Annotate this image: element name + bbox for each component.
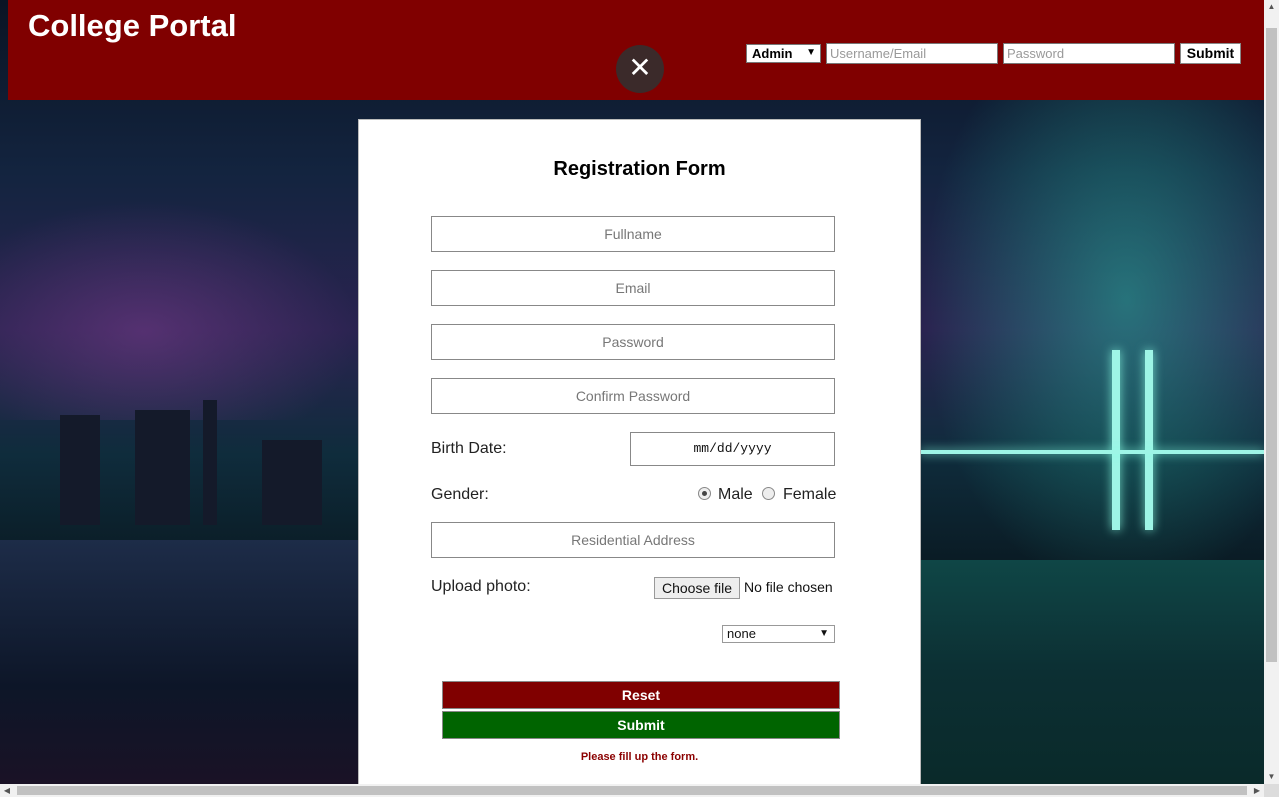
submit-button[interactable]: Submit [442,711,840,739]
password-input[interactable]: Password [1003,43,1175,64]
site-title: College Portal [28,8,237,43]
role-select[interactable]: Admin ▼ [746,44,821,63]
horizontal-scrollbar[interactable]: ◀ ▶ [0,784,1264,797]
scroll-down-icon[interactable]: ▼ [1264,770,1279,784]
bridge-tower [1145,350,1153,530]
form-title: Registration Form [553,158,726,180]
bay-water-right [920,560,1264,784]
extra-select[interactable]: none ▼ [722,625,835,643]
bridge-deck [920,450,1264,454]
gender-female-label: Female [783,486,837,503]
login-bar: Admin ▼ Username/Email Password Submit [746,43,1241,64]
vertical-scrollbar[interactable]: ▲ ▼ [1264,0,1279,784]
confirm-password-field[interactable]: Confirm Password [431,378,835,414]
username-input[interactable]: Username/Email [826,43,998,64]
scrollbar-corner [1264,784,1279,797]
birth-date-label: Birth Date: [431,440,507,457]
building [203,400,217,525]
registration-form: Registration Form Fullname Email Passwor… [358,119,921,797]
building [262,440,322,525]
reset-button[interactable]: Reset [442,681,840,709]
gender-radio-male[interactable] [698,487,711,500]
gender-radio-female[interactable] [762,487,775,500]
file-status: No file chosen [744,579,833,595]
email-input[interactable]: Email [431,270,835,306]
scroll-right-icon[interactable]: ▶ [1250,784,1264,797]
fullname-input[interactable]: Fullname [431,216,835,252]
building [60,415,100,525]
address-input[interactable]: Residential Address [431,522,835,558]
vertical-scroll-thumb[interactable] [1266,28,1277,662]
horizontal-scroll-thumb[interactable] [17,786,1247,795]
bridge-tower [1112,350,1120,530]
scroll-up-icon[interactable]: ▲ [1264,0,1279,14]
bay-water-left [0,540,360,784]
upload-photo-label: Upload photo: [431,578,531,595]
extra-select-value: none [727,626,756,641]
gender-male-label: Male [718,486,753,503]
scroll-left-icon[interactable]: ◀ [0,784,14,797]
dropdown-arrow-icon: ▼ [806,47,816,58]
form-note: Please fill up the form. [580,751,699,763]
gender-label: Gender: [431,486,489,503]
close-icon[interactable]: ✕ [616,45,664,93]
password-field[interactable]: Password [431,324,835,360]
choose-file-button[interactable]: Choose file [654,577,740,599]
city-glow [0,200,360,420]
bridge-glow [920,100,1264,600]
dropdown-arrow-icon: ▼ [819,628,829,639]
login-submit-button[interactable]: Submit [1180,43,1241,64]
building [135,410,190,525]
role-select-value: Admin [752,46,793,61]
birth-date-input[interactable]: mm/dd/yyyy [630,432,835,466]
